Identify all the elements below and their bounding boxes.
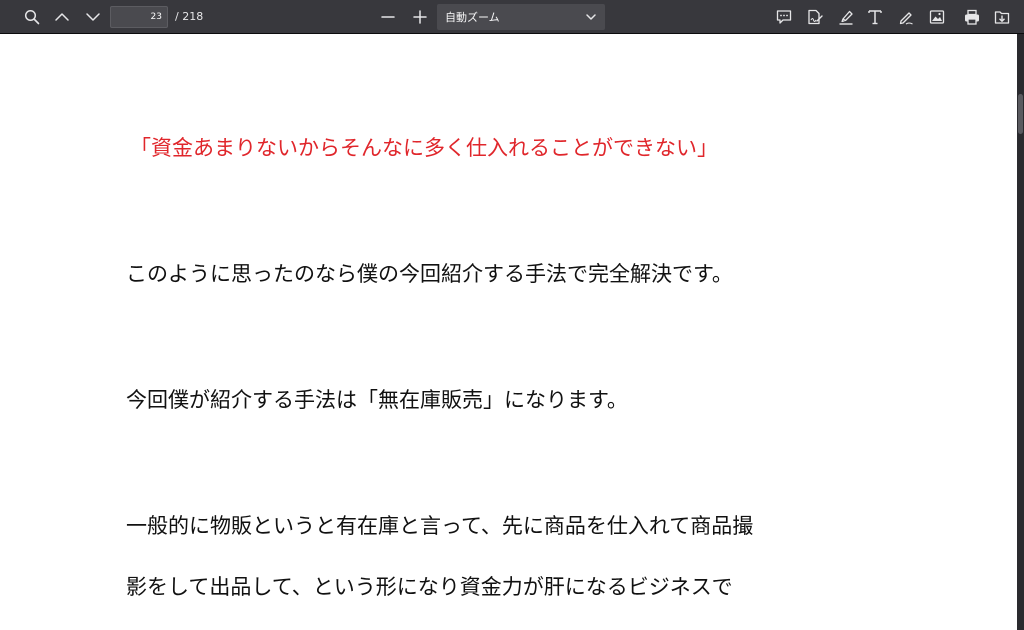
download-icon: [994, 11, 1010, 24]
document-text-line: このように思ったのなら僕の今回紹介する手法で完全解決です。: [126, 262, 733, 286]
comment-icon: [776, 10, 792, 24]
add-text-button[interactable]: [863, 5, 887, 29]
document-text-line: 「資金あまりないからそんなに多く仕入れることができない」: [130, 136, 718, 160]
minus-icon: [381, 16, 395, 18]
draw-button[interactable]: [894, 5, 918, 29]
vertical-scrollbar[interactable]: [1017, 34, 1024, 630]
next-page-button[interactable]: [81, 5, 105, 29]
text-icon: [868, 10, 882, 25]
signature-button[interactable]: [803, 5, 827, 29]
zoom-select[interactable]: 自動ズーム: [437, 4, 605, 30]
pdf-toolbar: / 218 自動ズーム: [0, 0, 1024, 34]
pen-icon: [899, 12, 913, 25]
zoom-select-value: 自動ズーム: [445, 11, 500, 24]
highlight-button[interactable]: [834, 5, 858, 29]
previous-page-button[interactable]: [50, 5, 74, 29]
search-icon: [24, 9, 40, 25]
signature-icon: [808, 9, 823, 25]
document-page: 「資金あまりないからそんなに多く仕入れることができない」 このように思ったのなら…: [0, 34, 1017, 630]
chevron-down-icon: [86, 13, 100, 21]
add-image-button[interactable]: [925, 5, 949, 29]
zoom-out-button[interactable]: [376, 5, 400, 29]
document-text-line: 今回僕が紹介する手法は「無在庫販売」になります。: [126, 388, 628, 412]
document-text-line: 一般的に物販というと有在庫と言って、先に商品を仕入れて商品撮: [126, 514, 754, 538]
zoom-in-button[interactable]: [408, 5, 432, 29]
plus-icon: [413, 10, 427, 24]
comment-button[interactable]: [772, 5, 796, 29]
print-button[interactable]: [960, 5, 984, 29]
page-number-input[interactable]: [110, 6, 168, 28]
chevron-up-icon: [55, 13, 69, 21]
printer-icon: [965, 9, 979, 25]
scrollbar-thumb[interactable]: [1018, 94, 1023, 134]
image-icon: [929, 10, 945, 24]
save-button[interactable]: [990, 5, 1014, 29]
chevron-down-icon: [586, 14, 596, 20]
highlighter-icon: [839, 10, 853, 25]
search-button[interactable]: [20, 5, 44, 29]
page-count-label: / 218: [175, 10, 204, 23]
document-text-line: 影をして出品して、という形になり資金力が肝になるビジネスで: [126, 575, 733, 599]
